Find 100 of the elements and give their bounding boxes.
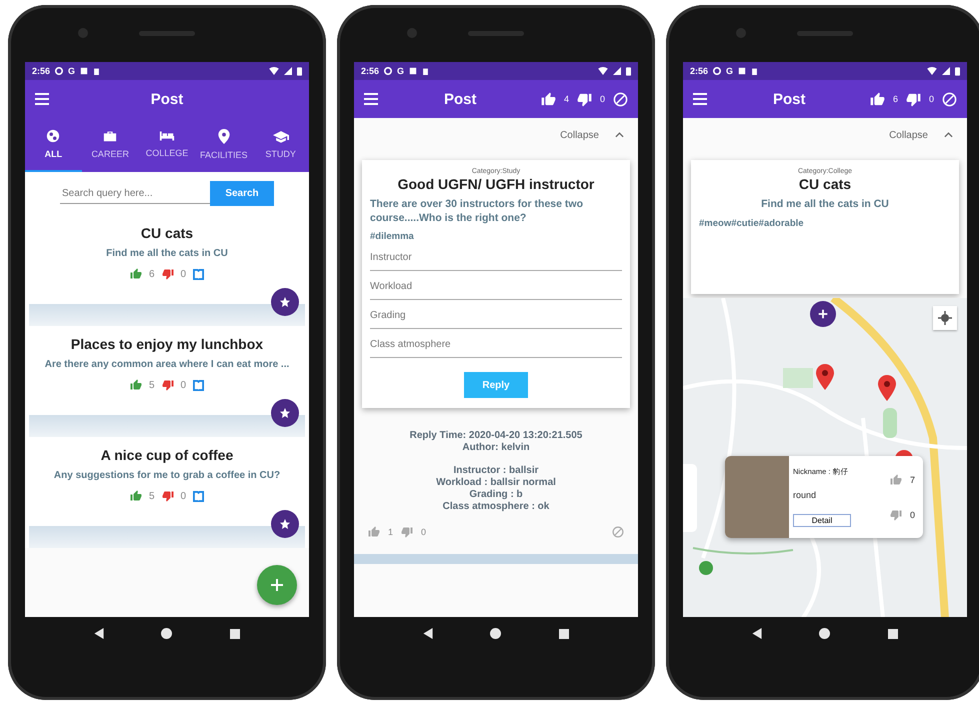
status-time: 2:56 — [690, 66, 708, 76]
star-icon — [279, 407, 291, 419]
home-icon[interactable] — [490, 628, 502, 639]
thumbs-up-icon[interactable] — [368, 526, 380, 538]
settings-icon — [55, 67, 64, 75]
category-tab[interactable]: COLLEGE — [138, 118, 196, 172]
briefcase-icon — [103, 129, 118, 143]
bed-icon — [158, 130, 175, 142]
thumbs-down-icon[interactable] — [576, 92, 592, 106]
clipboard-icon — [93, 67, 100, 75]
star-icon — [279, 518, 291, 530]
reply-answer: Class atmosphere : ok — [442, 501, 550, 512]
post-tags: #meow#cutie#adorable — [699, 218, 951, 229]
status-time: 2:56 — [361, 66, 380, 76]
add-post-button[interactable] — [257, 565, 297, 605]
like-count: 6 — [892, 94, 898, 104]
answer-field[interactable]: Grading — [370, 300, 622, 330]
post-title: Places to enjoy my lunchbox — [70, 336, 264, 352]
wifi-icon — [927, 67, 937, 75]
back-icon[interactable] — [752, 628, 762, 639]
my-location-button[interactable] — [933, 306, 957, 330]
thumbs-up-icon[interactable] — [130, 268, 142, 280]
search-button[interactable]: Search — [210, 181, 274, 206]
star-icon — [279, 296, 291, 308]
post-title: CU cats — [798, 176, 852, 192]
thumbs-down-icon[interactable] — [906, 92, 921, 106]
favorite-button[interactable] — [271, 510, 299, 538]
thumbs-up-icon[interactable] — [130, 379, 142, 391]
popup-text: round — [793, 490, 818, 500]
status-letter: G — [68, 66, 76, 76]
app-bar-title: Post — [150, 90, 184, 108]
thumbs-down-icon[interactable] — [890, 508, 902, 520]
side-card — [683, 464, 697, 532]
category-tab[interactable]: STUDY — [252, 118, 309, 172]
thumbs-down-icon[interactable] — [162, 268, 174, 280]
like-count: 6 — [148, 268, 154, 280]
battery-icon — [297, 66, 302, 76]
wifi-icon — [269, 67, 279, 75]
recents-icon[interactable] — [230, 628, 240, 638]
back-icon[interactable] — [94, 628, 104, 639]
dislike-count: 0 — [928, 94, 934, 104]
book-icon[interactable] — [193, 490, 204, 502]
like-count: 5 — [148, 380, 154, 390]
dislike-count: 0 — [910, 510, 915, 520]
battery-icon — [626, 66, 631, 76]
recents-icon[interactable] — [888, 628, 898, 638]
answer-field[interactable]: Workload — [370, 271, 622, 300]
dislike-count: 0 — [180, 268, 186, 280]
post-body: Any suggestions for me to grab a coffee in CU? — [54, 470, 280, 481]
post-title: A nice cup of coffee — [100, 447, 234, 463]
thumbs-down-icon[interactable] — [162, 379, 174, 391]
category-tab[interactable]: FACILITIES — [195, 118, 252, 172]
plus-icon — [818, 309, 828, 319]
chevron-up-icon[interactable] — [615, 132, 624, 138]
collapse-button[interactable]: Collapse — [560, 130, 599, 140]
thumbs-down-icon[interactable] — [162, 490, 174, 502]
thumbs-up-icon[interactable] — [130, 490, 142, 502]
recents-icon[interactable] — [559, 628, 570, 638]
post-body: There are over 30 instructors for these two course.....Who is the right one? — [370, 198, 584, 226]
reply-meta: Author: kelvin — [462, 442, 530, 454]
reply-meta: Reply Time: 2020-04-20 13:20:21.505 — [410, 430, 582, 442]
favorite-button[interactable] — [271, 288, 299, 316]
search-field[interactable]: Search query here... — [60, 184, 210, 204]
menu-icon[interactable] — [364, 93, 378, 105]
signal-icon — [613, 67, 621, 75]
thumbs-up-icon[interactable] — [540, 92, 556, 106]
menu-icon[interactable] — [693, 93, 707, 105]
answer-field[interactable]: Class atmosphere — [370, 329, 622, 358]
book-icon[interactable] — [193, 380, 204, 390]
map-pin-icon[interactable] — [878, 375, 896, 401]
chevron-up-icon[interactable] — [944, 132, 953, 138]
post-body: Find me all the cats in CU — [760, 198, 890, 212]
menu-icon[interactable] — [35, 93, 49, 105]
post-body: Find me all the cats in CU — [106, 248, 228, 259]
favorite-button[interactable] — [271, 399, 299, 427]
map-pin-icon[interactable] — [816, 364, 834, 390]
clipboard-icon — [422, 67, 430, 75]
reply-answer: Grading : b — [469, 489, 523, 500]
location-pin-icon — [218, 128, 230, 144]
home-icon[interactable] — [819, 628, 830, 639]
post-title: Good UGFN/ UGFH instructor — [396, 176, 596, 192]
dislike-count: 0 — [600, 94, 605, 104]
answer-field[interactable]: Instructor — [370, 242, 622, 272]
collapse-button[interactable]: Collapse — [889, 130, 928, 140]
dislike-count: 0 — [180, 490, 186, 502]
category-tab[interactable]: CAREER — [82, 118, 139, 172]
status-time: 2:56 — [32, 66, 50, 76]
detail-button[interactable]: Detail — [793, 514, 851, 528]
thumbs-up-icon[interactable] — [870, 92, 885, 106]
graduation-cap-icon — [272, 130, 289, 142]
back-icon[interactable] — [422, 628, 433, 639]
crosshair-icon — [938, 311, 952, 325]
post-title: CU cats — [140, 225, 194, 241]
book-icon[interactable] — [193, 268, 204, 280]
settings-icon — [713, 67, 722, 75]
signal-icon — [284, 67, 292, 75]
home-icon[interactable] — [161, 628, 172, 639]
thumbs-up-icon[interactable] — [890, 474, 902, 486]
thumbs-down-icon[interactable] — [401, 526, 414, 538]
like-count: 4 — [564, 94, 569, 104]
